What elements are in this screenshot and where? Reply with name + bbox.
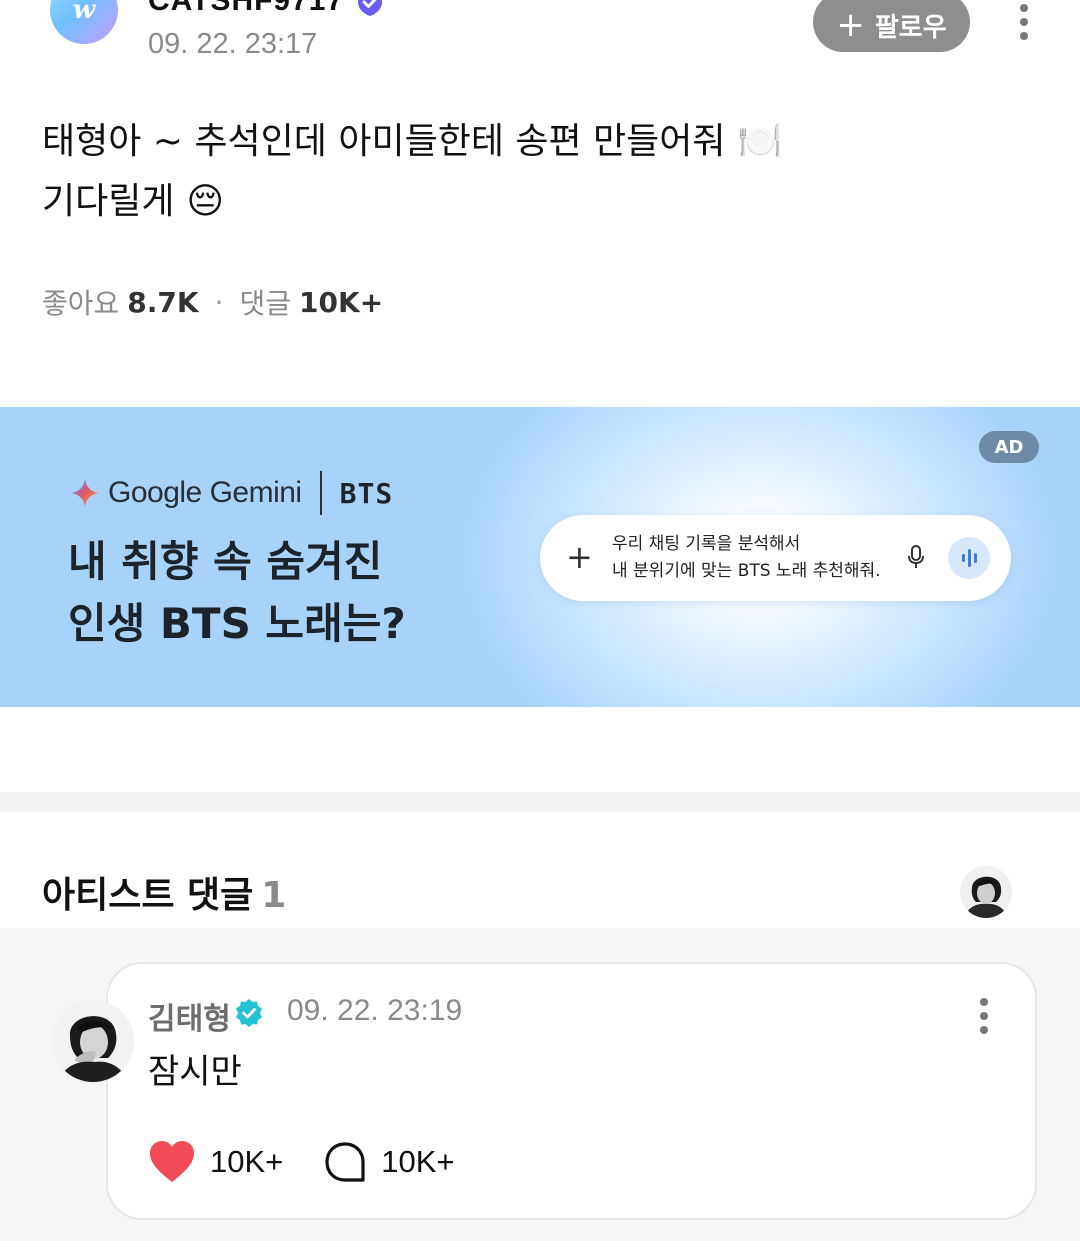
ad-headline-line-1: 내 취향 속 숨겨진 [68, 537, 383, 586]
avatar-letter: w [72, 0, 96, 25]
ad-partner-logo: BTS [339, 476, 394, 510]
section-divider [0, 792, 1080, 812]
verified-icon [236, 999, 262, 1027]
brand-divider [319, 471, 322, 515]
reply-count: 10K+ [381, 1144, 455, 1179]
comment-author-name[interactable]: 김태형 [148, 994, 231, 1038]
microphone-icon [908, 545, 924, 568]
more-icon[interactable] [1018, 4, 1030, 40]
pensive-emoji-icon: 😔 [186, 181, 225, 222]
post-text-line-1: 태형아 ~ 추석인데 아미들한테 송편 만들어줘 [42, 121, 726, 162]
voice-wave-icon [948, 537, 990, 579]
ad-prompt-line-2: 내 분위기에 맞는 BTS 노래 추천해줘. [612, 561, 881, 581]
plus-icon: + [566, 538, 593, 576]
comment-bubble-icon [325, 1142, 365, 1182]
comment-author-avatar[interactable] [52, 1000, 134, 1082]
ad-prompt-line-1: 우리 채팅 기록을 분석해서 [612, 534, 801, 554]
reply-button[interactable]: 10K+ [323, 1140, 455, 1184]
post-stats: 좋아요 8.7K · 댓글 10K+ [42, 282, 383, 322]
like-button[interactable]: 10K+ [148, 1140, 283, 1184]
comment-timestamp: 09. 22. 23:19 [287, 994, 463, 1027]
comment-more-icon[interactable] [978, 998, 990, 1034]
post-timestamp: 09. 22. 23:17 [148, 28, 318, 60]
artist-comments-count: 1 [261, 875, 287, 916]
likes-count: 8.7K [127, 285, 199, 319]
ad-banner[interactable]: AD Google Gemini BTS 내 취향 속 숨겨진 인생 BTS 노… [0, 407, 1080, 707]
artist-comments-title: 아티스트 댓글 1 [42, 866, 286, 918]
author-photo [52, 1000, 134, 1082]
ad-headline: 내 취향 속 숨겨진 인생 BTS 노래는? [68, 531, 406, 655]
ad-headline-line-2: 인생 BTS 노래는? [68, 599, 406, 648]
stats-separator: · [214, 285, 224, 319]
post-body: 태형아 ~ 추석인데 아미들한테 송편 만들어줘 🍽️ 기다릴게 😔 [42, 112, 782, 232]
ad-prompt-box: + 우리 채팅 기록을 분석해서 내 분위기에 맞는 BTS 노래 추천해줘. [540, 515, 1011, 601]
post-username[interactable]: CATSHF9717 [148, 0, 344, 18]
ad-brand-name: Google Gemini [108, 476, 302, 509]
plate-emoji-icon: 🍽️ [737, 121, 783, 162]
like-count: 10K+ [210, 1144, 284, 1179]
heart-icon [150, 1141, 194, 1182]
comments-label[interactable]: 댓글 [240, 282, 292, 322]
artist-photo [960, 866, 1012, 918]
plus-icon: + [836, 5, 865, 45]
ad-prompt-text: 우리 채팅 기록을 분석해서 내 분위기에 맞는 BTS 노래 추천해줘. [612, 531, 881, 585]
ad-badge: AD [979, 431, 1039, 463]
gemini-sparkle-icon [71, 479, 99, 507]
likes-label: 좋아요 [42, 287, 120, 320]
verified-badge-icon [358, 0, 382, 16]
comments-count[interactable]: 10K+ [299, 286, 383, 319]
follow-label: 팔로우 [874, 12, 947, 43]
user-avatar[interactable]: w [50, 0, 118, 44]
follow-button[interactable]: + 팔로우 [813, 0, 970, 52]
ad-brand: Google Gemini BTS [70, 471, 393, 515]
artist-avatar-small[interactable] [960, 866, 1012, 918]
comment-text: 잠시만 [148, 1052, 242, 1092]
comment-actions: 10K+ 10K+ [148, 1140, 455, 1184]
artist-comments-label: 아티스트 댓글 [42, 875, 254, 916]
post-text-line-2: 기다릴게 [42, 181, 175, 222]
